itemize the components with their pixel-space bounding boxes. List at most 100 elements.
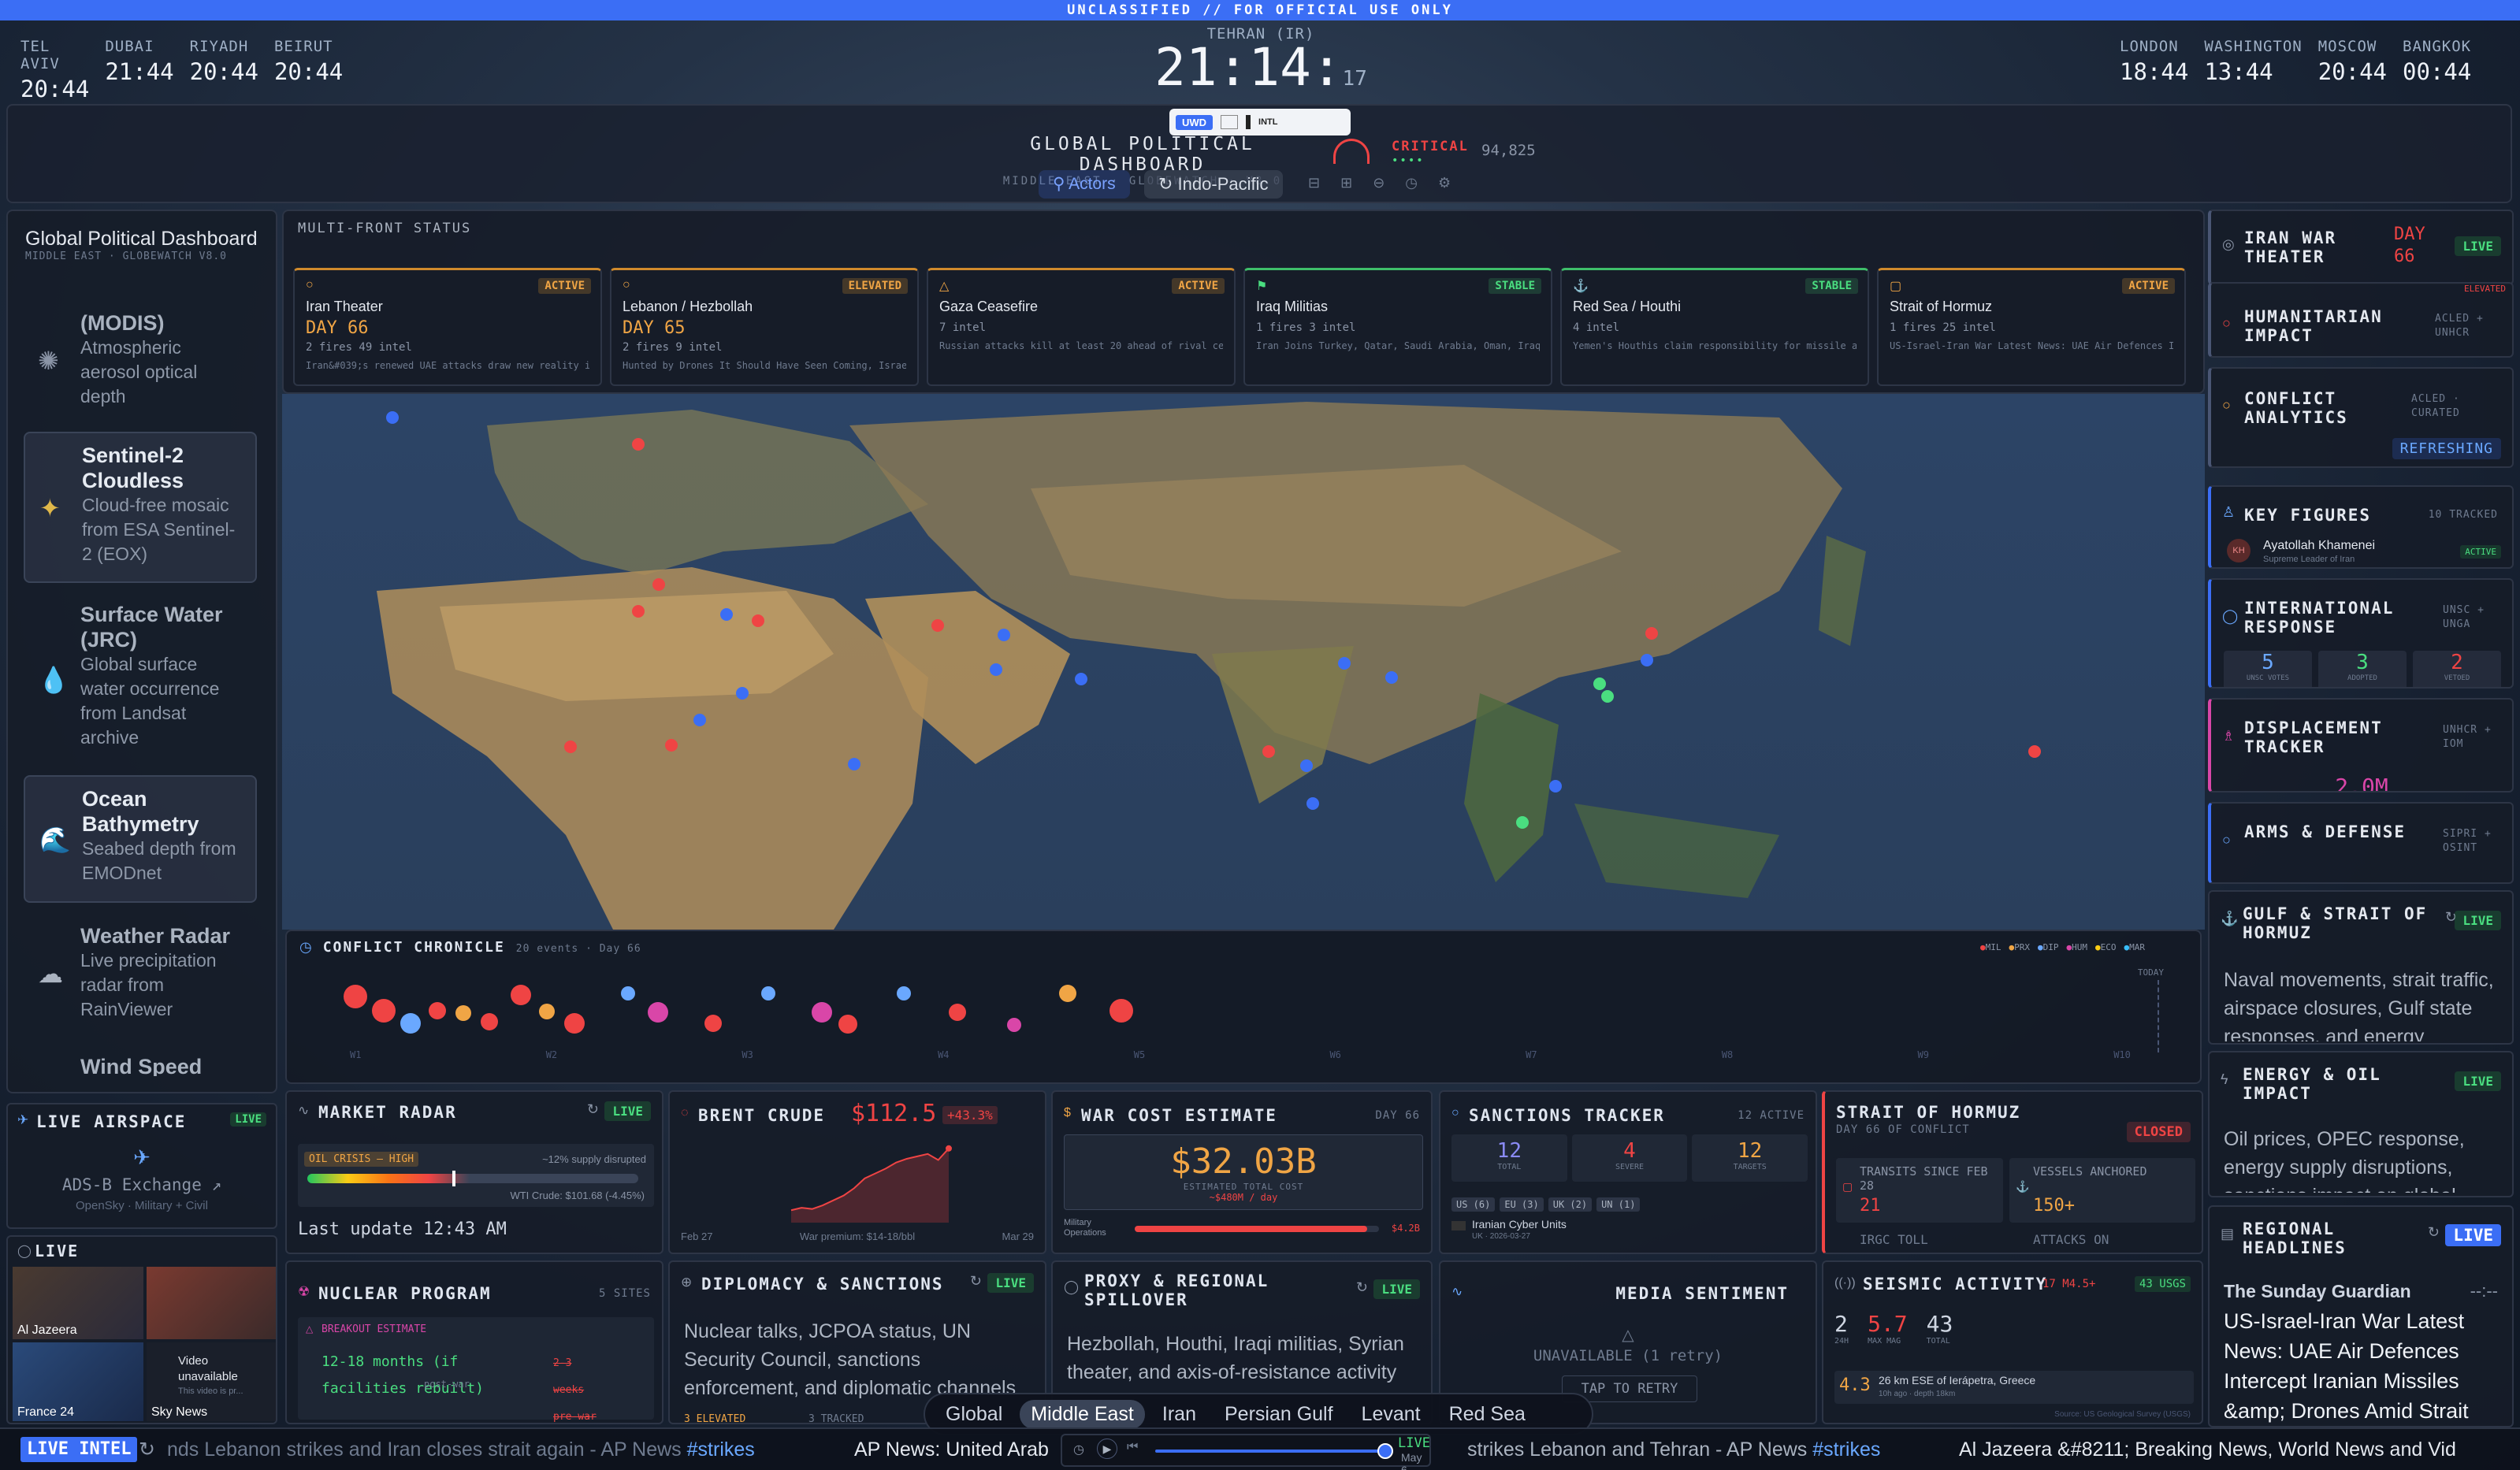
map-marker[interactable] [632,605,645,618]
live-airspace-panel[interactable]: ✈ LIVE AIRSPACE LIVE ✈ ADS-B Exchange ↗ … [6,1103,277,1229]
front-card-hormuz[interactable]: ▢ ACTIVE Strait of Hormuz 1 fires 25 int… [1877,268,2186,386]
map-marker[interactable] [1075,673,1087,685]
tv-tile-aljazeera[interactable]: Al Jazeera [13,1267,143,1339]
map-marker[interactable] [736,687,749,700]
map-marker[interactable] [1385,671,1398,684]
front-card-iraq[interactable]: ⚑ STABLE Iraq Militias 1 fires 3 intel I… [1243,268,1552,386]
clock-icon[interactable]: ◷ [1405,175,1418,191]
header-badges[interactable]: UWD INTL [1169,109,1351,135]
war-cost-panel[interactable]: $ WAR COST ESTIMATE DAY 66 $32.03B ESTIM… [1051,1090,1433,1254]
map-marker[interactable] [848,758,860,770]
chronicle-event[interactable] [761,986,775,1000]
map-marker[interactable] [652,578,665,591]
tab-global[interactable]: Global [935,1400,1013,1429]
headline-text[interactable]: US-Israel-Iran War Latest News: UAE Air … [2224,1306,2504,1424]
map-marker[interactable] [990,663,1002,676]
tab-levant[interactable]: Levant [1351,1400,1432,1429]
conflict-analytics-card[interactable]: ○ CONFLICT ANALYTICS ACLED · CURATED REF… [2208,367,2514,468]
live-tv-panel[interactable]: ◯ LIVE Al Jazeera France 24 Video unavai… [6,1235,277,1424]
map-marker[interactable] [564,741,577,753]
layers-icon[interactable]: ⊟ [1308,175,1320,191]
map-marker[interactable] [1593,677,1606,690]
world-map[interactable] [282,394,2205,930]
chip-eu[interactable]: EU (3) [1500,1197,1544,1212]
map-marker[interactable] [1645,627,1658,640]
play-button[interactable]: ▶ [1097,1438,1117,1459]
sanctions-panel[interactable]: ○ SANCTIONS TRACKER 12 ACTIVE 12 TOTAL 4S… [1439,1090,1817,1254]
map-marker[interactable] [1516,816,1529,829]
front-card-gaza[interactable]: △ ACTIVE Gaza Ceasefire 7 intel Russian … [927,268,1236,386]
gulf-hormuz-card[interactable]: ⚓ GULF & STRAIT OF HORMUZ ↻ LIVE Naval m… [2208,890,2514,1045]
map-marker[interactable] [1338,657,1351,670]
map-marker[interactable] [1549,780,1562,793]
front-card-iran[interactable]: ○ ACTIVE Iran Theater DAY 66 2 fires 49 … [293,268,602,386]
chronicle-event[interactable] [344,985,367,1008]
map-marker[interactable] [665,739,678,752]
adsb-link[interactable]: ADS-B Exchange ↗ [8,1175,276,1194]
chronicle-event[interactable] [429,1002,446,1019]
chronicle-event[interactable] [704,1015,722,1032]
layer-sentinel[interactable]: ✦ Sentinel-2 Cloudless Cloud-free mosaic… [24,432,257,583]
timeline-track[interactable] [1155,1450,1384,1453]
refresh-icon[interactable]: ↻ [587,1101,599,1118]
layer-surface-water[interactable]: 💧 Surface Water (JRC) Global surface wat… [24,592,257,766]
map-marker[interactable] [1601,690,1614,703]
front-card-lebanon[interactable]: ○ ELEVATED Lebanon / Hezbollah DAY 65 2 … [610,268,919,386]
gear-icon[interactable]: ⚙ [1438,175,1451,191]
chronicle-event[interactable] [455,1005,471,1021]
actors-button[interactable]: ⚲ Actors [1039,170,1130,199]
map-marker[interactable] [998,629,1010,641]
strait-hormuz-panel[interactable]: STRAIT OF HORMUZ DAY 66 OF CONFLICT CLOS… [1822,1090,2203,1254]
chronicle-event[interactable] [400,1013,421,1034]
seismic-panel[interactable]: ((·)) SEISMIC ACTIVITY 17 M4.5+ 43 USGS … [1822,1260,2203,1424]
iran-war-theater-card[interactable]: ◎ IRAN WAR THEATER DAY 66 LIVE [2208,210,2514,285]
chronicle-event[interactable] [1059,985,1076,1002]
map-marker[interactable] [752,614,764,627]
chip-us[interactable]: US (6) [1451,1197,1496,1212]
layer-weather-radar[interactable]: ☁ Weather Radar Live precipitation radar… [24,914,257,1032]
layer-modis[interactable]: ✺ (MODIS) Atmospheric aerosol optical de… [24,301,257,419]
front-card-red-sea[interactable]: ⚓ STABLE Red Sea / Houthi 4 intel Yemen'… [1560,268,1869,386]
map-marker[interactable] [1300,759,1313,772]
nuclear-program-panel[interactable]: ☢ NUCLEAR PROGRAM 5 SITES △ BREAKOUT EST… [285,1260,663,1424]
refresh-icon[interactable]: ↻ [2428,1224,2440,1241]
map-marker[interactable] [1306,797,1319,810]
arms-defense-card[interactable]: ○ ARMS & DEFENSE SIPRI + OSINT [2208,802,2514,884]
refresh-icon[interactable]: ↻ [139,1429,155,1470]
region-switch-button[interactable]: ↻ Indo-Pacific [1144,170,1283,199]
chronicle-event[interactable] [812,1002,832,1023]
ticker-item[interactable]: Al Jazeera &#8211; Breaking News, World … [1959,1429,2456,1470]
map-marker[interactable] [2028,745,2041,758]
humanitarian-impact-card[interactable]: ELEVATED ○ HUMANITARIAN IMPACT ACLED + U… [2208,282,2514,358]
tab-middle-east[interactable]: Middle East [1020,1399,1145,1429]
chip-un[interactable]: UN (1) [1596,1197,1641,1212]
chronicle-event[interactable] [539,1004,555,1019]
layer-wind[interactable]: Wind Speed [24,1045,257,1076]
chronicle-event[interactable] [511,985,531,1005]
chronicle-event[interactable] [621,986,635,1000]
chronicle-event[interactable] [897,986,911,1000]
map-marker[interactable] [386,411,399,424]
tab-persian-gulf[interactable]: Persian Gulf [1214,1400,1344,1429]
international-response-card[interactable]: ◯ INTERNATIONAL RESPONSE UNSC + UNGA 5 UN… [2208,578,2514,689]
market-radar-panel[interactable]: ∿ MARKET RADAR ↻ LIVE OIL CRISIS — HIGH … [285,1090,663,1254]
timeline-handle[interactable] [1377,1443,1393,1459]
map-marker[interactable] [693,714,706,726]
map-marker[interactable] [1641,654,1653,666]
map-marker[interactable] [1262,745,1275,758]
map-marker[interactable] [720,608,733,621]
map-marker[interactable] [632,438,645,451]
layer-bathymetry[interactable]: 🌊 Ocean Bathymetry Seabed depth from EMO… [24,775,257,903]
tv-tile-arabic[interactable] [147,1267,276,1339]
regional-headlines-card[interactable]: ▤ REGIONAL HEADLINES ↻ LIVE The Sunday G… [2208,1205,2514,1427]
chronicle-event[interactable] [372,999,396,1023]
chronicle-event[interactable] [564,1013,585,1034]
chronicle-event[interactable] [481,1013,498,1030]
chronicle-event[interactable] [648,1002,668,1023]
timeline-scrubber[interactable]: ◷ ▶ ⏮ LIVE May 6 [1061,1434,1431,1470]
ticker-item[interactable]: nds Lebanon strikes and Iran closes stra… [167,1429,755,1470]
energy-oil-card[interactable]: ϟ ENERGY & OIL IMPACT LIVE Oil prices, O… [2208,1051,2514,1197]
globe-icon[interactable]: ⊖ [1373,175,1385,191]
chronicle-event[interactable] [949,1004,966,1021]
key-figures-card[interactable]: ♙ KEY FIGURES 10 TRACKED KH Ayatollah Kh… [2208,485,2514,569]
